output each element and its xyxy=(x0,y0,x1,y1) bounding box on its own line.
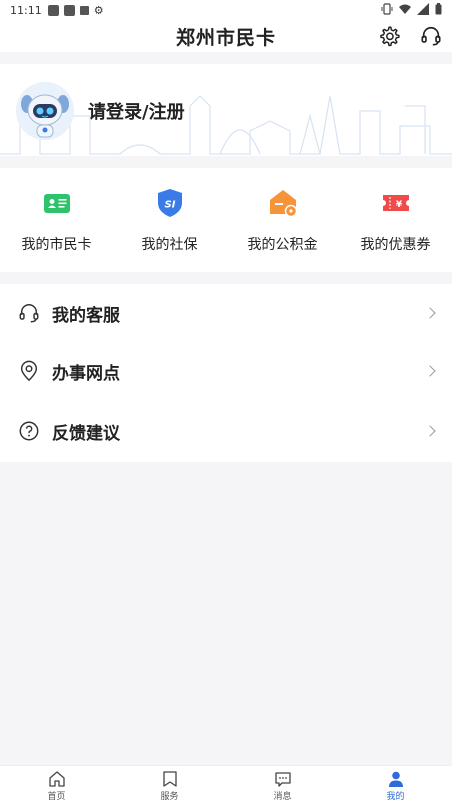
battery-icon xyxy=(435,3,442,18)
settings-gear-icon[interactable] xyxy=(378,25,400,47)
menu-item-customer-service[interactable]: 我的客服 xyxy=(0,284,452,342)
vibrate-icon xyxy=(381,3,393,18)
tab-messages[interactable]: 消息 xyxy=(226,766,339,805)
bottom-tab-bar: 首页 服务 消息 我的 xyxy=(0,765,452,805)
chevron-right-icon xyxy=(424,307,436,319)
shortcut-social-security[interactable]: SI 我的社保 xyxy=(120,186,220,254)
shortcut-label: 我的社保 xyxy=(141,237,198,253)
shortcut-coupons[interactable]: ¥ 我的优惠券 xyxy=(346,186,446,254)
login-register-link[interactable]: 请登录/注册 xyxy=(88,98,185,124)
id-card-icon xyxy=(43,194,70,213)
tab-label: 服务 xyxy=(160,791,179,802)
menu-item-feedback[interactable]: 反馈建议 xyxy=(0,400,452,462)
coupon-icon: ¥ xyxy=(382,195,409,211)
service-bookmark-icon xyxy=(162,770,177,787)
shortcut-label: 我的公积金 xyxy=(247,237,318,253)
profile-card[interactable]: 请登录/注册 xyxy=(0,64,452,156)
question-circle-icon xyxy=(19,421,39,441)
shortcut-housing-fund[interactable]: 我的公积金 xyxy=(233,186,333,254)
chevron-right-icon xyxy=(424,365,436,377)
robot-mascot-icon xyxy=(16,82,74,140)
shortcut-citizen-card[interactable]: 我的市民卡 xyxy=(7,186,107,254)
chevron-right-icon xyxy=(424,425,436,437)
tab-label: 消息 xyxy=(273,791,292,802)
page-title: 郑州市民卡 xyxy=(175,26,276,49)
customer-service-headset-icon[interactable] xyxy=(420,25,442,47)
svg-text:SI: SI xyxy=(164,200,175,211)
menu-item-label: 反馈建议 xyxy=(52,423,120,444)
bug-icon: ⚙ xyxy=(93,3,104,17)
menu-item-service-outlets[interactable]: 办事网点 xyxy=(0,342,452,400)
tab-label: 首页 xyxy=(47,791,66,802)
tab-label: 我的 xyxy=(386,791,405,802)
tab-home[interactable]: 首页 xyxy=(0,766,113,805)
headset-icon xyxy=(19,304,39,323)
tab-services[interactable]: 服务 xyxy=(113,766,226,805)
status-indicators xyxy=(375,3,442,18)
menu-item-label: 我的客服 xyxy=(52,305,120,326)
signal-icon xyxy=(417,3,429,18)
notification-icon xyxy=(79,5,89,15)
avatar[interactable] xyxy=(16,82,74,140)
shortcuts-grid: 我的市民卡 SI 我的社保 我的公积金 ¥ 我的优惠券 xyxy=(0,168,452,272)
notification-icon xyxy=(63,4,75,16)
menu-item-label: 办事网点 xyxy=(52,363,120,384)
shortcut-label: 我的市民卡 xyxy=(21,237,92,253)
home-icon xyxy=(48,770,65,787)
tab-mine[interactable]: 我的 xyxy=(339,766,452,805)
location-pin-icon xyxy=(20,360,38,382)
shortcut-label: 我的优惠券 xyxy=(360,237,431,253)
status-bar: 11:11 ⚙ xyxy=(0,0,452,20)
user-icon xyxy=(388,771,403,787)
housing-fund-icon xyxy=(269,190,297,218)
message-icon xyxy=(274,771,291,787)
notification-icon xyxy=(47,4,59,16)
svg-text:¥: ¥ xyxy=(395,200,402,210)
wifi-icon xyxy=(399,3,411,18)
status-time: 11:11 xyxy=(10,3,42,17)
social-security-shield-icon: SI xyxy=(157,189,182,217)
menu-list: 我的客服 办事网点 反馈建议 xyxy=(0,284,452,462)
app-header: 郑州市民卡 xyxy=(0,20,452,52)
